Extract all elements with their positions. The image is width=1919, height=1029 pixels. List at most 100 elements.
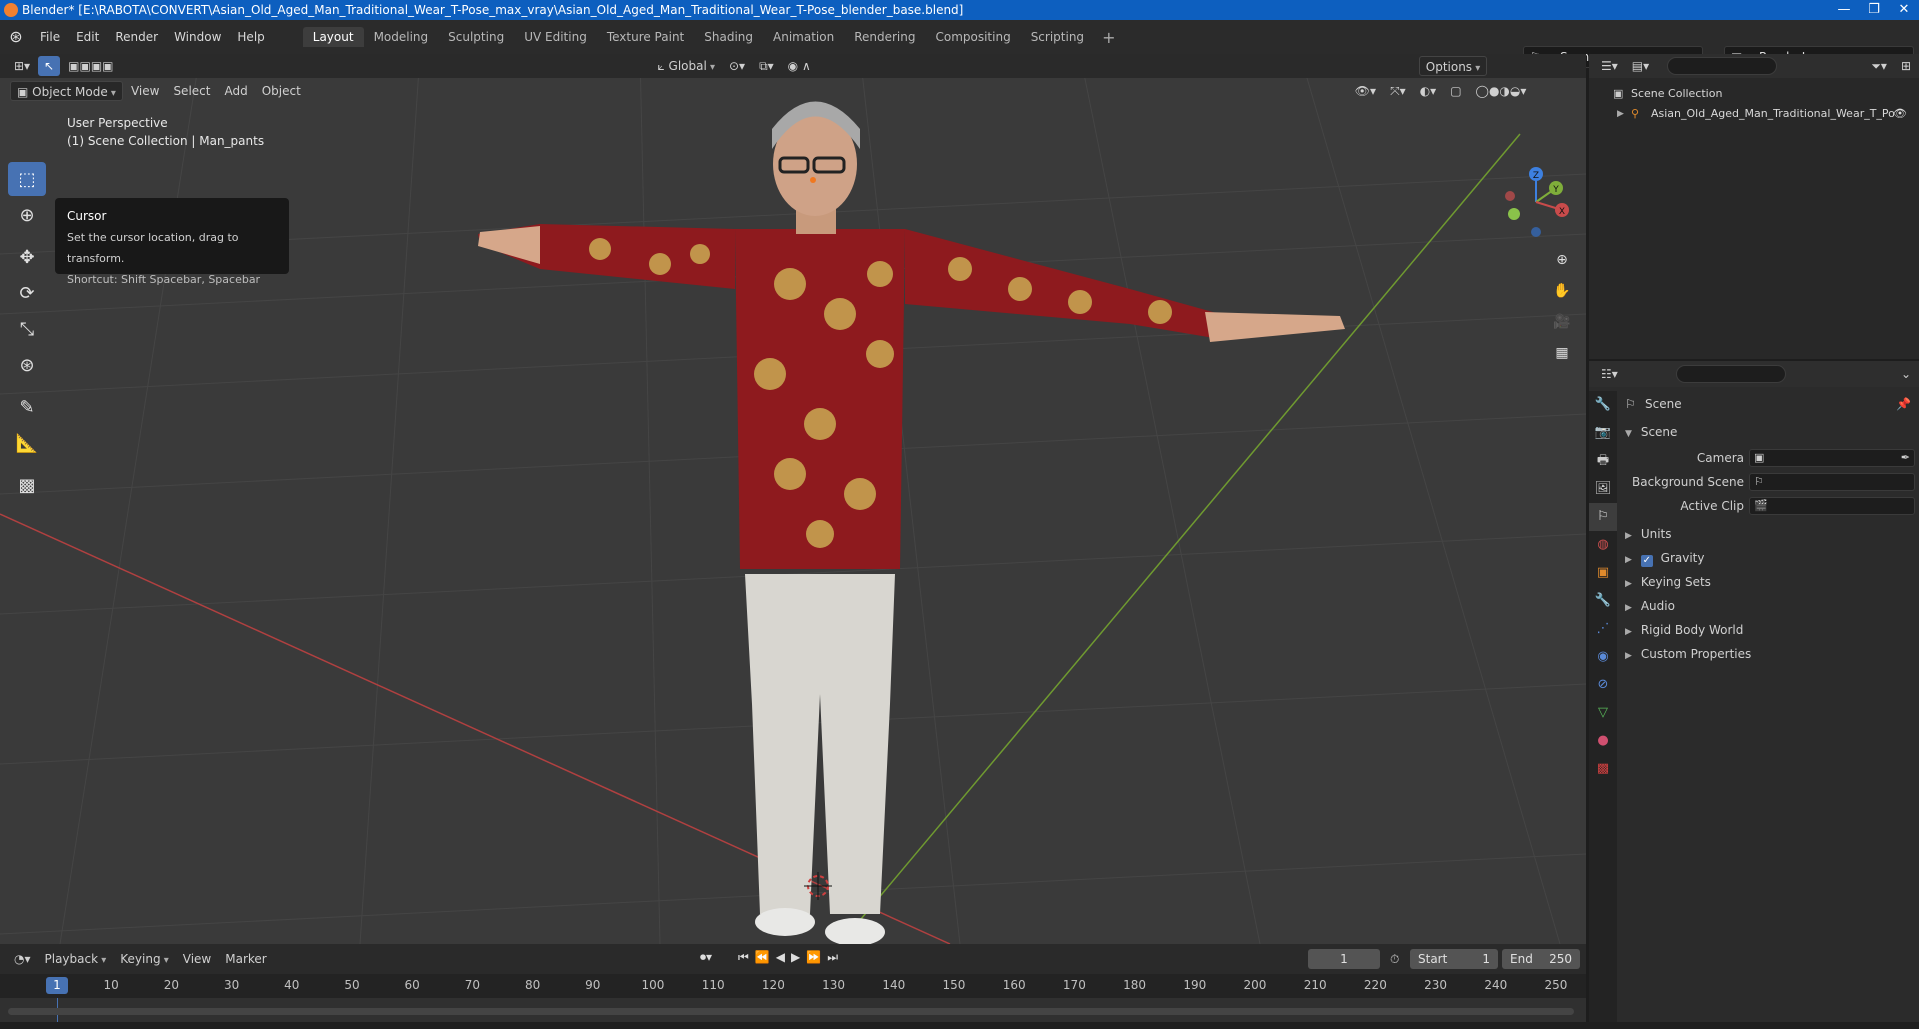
menu-keying[interactable]: Keying — [114, 949, 175, 969]
menu-edit[interactable]: Edit — [68, 20, 107, 54]
tab-modeling[interactable]: Modeling — [364, 27, 439, 47]
jump-start-icon[interactable]: ⏮ — [738, 950, 749, 965]
outliner-editor-type-icon[interactable]: ☰▾ — [1595, 56, 1624, 76]
tab-compositing[interactable]: Compositing — [925, 27, 1020, 47]
snap-icon[interactable]: ⧉▾ — [753, 56, 780, 76]
background-scene-field[interactable]: ⚐ — [1749, 473, 1915, 491]
menu-help[interactable]: Help — [229, 20, 272, 54]
next-keyframe-icon[interactable]: ⏩ — [806, 950, 821, 965]
scene-tab-icon[interactable]: ⚐ — [1589, 503, 1617, 531]
audio-panel-header[interactable]: ▶ Audio — [1625, 599, 1675, 613]
camera-view-icon[interactable]: 🎥 — [1548, 308, 1576, 336]
tab-sculpting[interactable]: Sculpting — [438, 27, 514, 47]
menu-playback[interactable]: Playback — [39, 949, 113, 969]
minimize-button[interactable]: — — [1829, 0, 1859, 20]
close-button[interactable]: ✕ — [1889, 0, 1919, 20]
rotate-tool-icon[interactable]: ⟳ — [8, 276, 46, 310]
maximize-button[interactable]: ❐ — [1859, 0, 1889, 20]
expand-arrow-icon[interactable]: ▶ — [1617, 104, 1624, 124]
tab-texture-paint[interactable]: Texture Paint — [597, 27, 694, 47]
tab-rendering[interactable]: Rendering — [844, 27, 925, 47]
object-mode-dropdown[interactable]: ▣ Object Mode — [10, 81, 123, 101]
visibility-eye-icon[interactable]: 👁 — [1893, 104, 1907, 124]
select-box-tool-icon[interactable]: ⬚ — [8, 162, 46, 196]
jump-end-icon[interactable]: ⏭ — [827, 950, 838, 965]
transform-tool-icon[interactable]: ⊛ — [8, 348, 46, 382]
visibility-icon[interactable]: 👁▾ — [1349, 81, 1382, 101]
tab-animation[interactable]: Animation — [763, 27, 844, 47]
select-tool-icon[interactable]: ↖ — [38, 56, 61, 76]
ortho-grid-icon[interactable]: ▦ — [1548, 339, 1576, 367]
selection-mode-icons[interactable]: ▣▣▣▣ — [62, 56, 119, 76]
navigation-gizmo[interactable]: Z Y X — [1498, 162, 1576, 240]
gravity-panel-header[interactable]: ▶ ✓ Gravity — [1625, 551, 1704, 567]
constraints-tab-icon[interactable]: ⊘ — [1589, 671, 1617, 699]
add-cube-tool-icon[interactable]: ▩ — [8, 468, 46, 502]
overlay-toggle-icon[interactable]: ◐▾ — [1414, 81, 1443, 101]
menu-object[interactable]: Object — [256, 81, 307, 101]
pivot-point-icon[interactable]: ⊙▾ — [723, 56, 751, 76]
tab-layout[interactable]: Layout — [302, 27, 364, 47]
menu-marker[interactable]: Marker — [219, 949, 272, 969]
menu-window[interactable]: Window — [166, 20, 229, 54]
filter-icon[interactable]: ⏷▾ — [1865, 56, 1893, 76]
modifier-tab-icon[interactable]: 🔧 — [1589, 587, 1617, 615]
proportional-edit-icon[interactable]: ◉ ∧ — [782, 56, 817, 76]
record-icon[interactable]: ⏺▾ — [700, 950, 712, 965]
menu-add[interactable]: Add — [218, 81, 253, 101]
tab-scripting[interactable]: Scripting — [1021, 27, 1094, 47]
zoom-icon[interactable]: ⊕ — [1548, 246, 1576, 274]
current-frame-field[interactable]: 1 — [1308, 949, 1380, 969]
data-tab-icon[interactable]: ▽ — [1589, 699, 1617, 727]
object-tab-icon[interactable]: ▣ — [1589, 559, 1617, 587]
camera-field[interactable]: ▣ ✒ — [1749, 449, 1915, 467]
custom-properties-panel-header[interactable]: ▶ Custom Properties — [1625, 647, 1751, 661]
annotate-tool-icon[interactable]: ✎ — [8, 390, 46, 424]
gizmo-toggle-icon[interactable]: ⤧▾ — [1384, 81, 1412, 101]
menu-render[interactable]: Render — [107, 20, 166, 54]
properties-search-input[interactable] — [1675, 365, 1786, 383]
properties-editor-type-icon[interactable]: ☷▾ — [1595, 364, 1624, 384]
gravity-checkbox[interactable]: ✓ — [1640, 555, 1653, 567]
menu-select[interactable]: Select — [167, 81, 216, 101]
view-layer-tab-icon[interactable]: 🖼 — [1589, 475, 1617, 503]
shading-modes-icons[interactable]: ◯●◑◒▾ — [1470, 81, 1533, 101]
physics-tab-icon[interactable]: ◉ — [1589, 643, 1617, 671]
menu-file[interactable]: File — [32, 20, 68, 54]
xray-icon[interactable]: ▢ — [1444, 81, 1467, 101]
output-tab-icon[interactable]: 🖶 — [1589, 447, 1617, 475]
play-reverse-icon[interactable]: ◀ — [776, 950, 785, 965]
timeline-ruler[interactable]: 1 10 20 30 40 50 60 70 80 90 100 110 120 130 140 150 160… — [0, 974, 1586, 998]
scale-tool-icon[interactable]: ⤡ — [8, 312, 46, 346]
eyedropper-icon[interactable]: ✒ — [1901, 447, 1910, 469]
add-workspace-icon[interactable]: + — [1094, 28, 1123, 47]
timeline-scrollbar[interactable] — [8, 1008, 1574, 1015]
measure-tool-icon[interactable]: 📐 — [8, 426, 46, 460]
tool-tab-icon[interactable]: 🔧 — [1589, 391, 1617, 419]
new-collection-icon[interactable]: ⊞ — [1895, 56, 1917, 76]
outliner-row-object[interactable]: ▶ ⚲ Asian_Old_Aged_Man_Traditional_Wear_… — [1589, 104, 1919, 124]
menu-timeline-view[interactable]: View — [177, 949, 217, 969]
timeline-editor-type-icon[interactable]: ◔▾ — [8, 949, 37, 969]
active-clip-field[interactable]: 🎬 — [1749, 497, 1915, 515]
tab-shading[interactable]: Shading — [694, 27, 763, 47]
options-dropdown[interactable]: Options — [1418, 56, 1488, 76]
pin-icon[interactable]: 📌 — [1896, 393, 1911, 415]
start-frame-field[interactable]: Start 1 — [1410, 949, 1498, 969]
move-tool-icon[interactable]: ✥ — [8, 240, 46, 274]
play-icon[interactable]: ▶ — [791, 950, 800, 965]
units-panel-header[interactable]: ▶ Units — [1625, 527, 1672, 541]
render-tab-icon[interactable]: 📷 — [1589, 419, 1617, 447]
world-tab-icon[interactable]: ◍ — [1589, 531, 1617, 559]
prev-keyframe-icon[interactable]: ⏪ — [755, 950, 770, 965]
material-tab-icon[interactable]: ● — [1589, 727, 1617, 755]
outliner-search-input[interactable] — [1667, 57, 1778, 75]
stopwatch-icon[interactable]: ⏱ — [1390, 952, 1399, 967]
3d-viewport[interactable]: ⊞▾ ↖ ▣▣▣▣ ⟀ Global ⊙▾ ⧉▾ ◉ ∧ Options ▣ O… — [0, 54, 1586, 944]
end-frame-field[interactable]: End 250 — [1502, 949, 1580, 969]
texture-tab-icon[interactable]: ▩ — [1589, 755, 1617, 783]
keying-sets-panel-header[interactable]: ▶ Keying Sets — [1625, 575, 1711, 589]
outliner-row-scene-collection[interactable]: ▣ Scene Collection — [1589, 84, 1919, 104]
tab-uv-editing[interactable]: UV Editing — [514, 27, 597, 47]
menu-view[interactable]: View — [125, 81, 165, 101]
